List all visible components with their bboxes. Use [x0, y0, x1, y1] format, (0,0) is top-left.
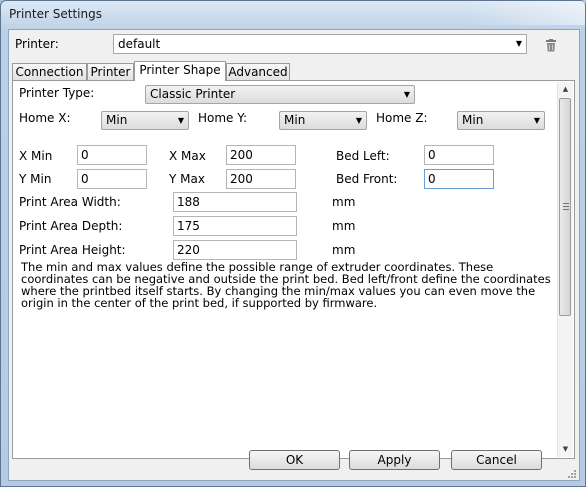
- bed-left-label: Bed Left:: [336, 149, 390, 163]
- home-z-select[interactable]: Min ▼: [457, 111, 545, 130]
- x-min-input[interactable]: 0: [77, 145, 147, 165]
- home-y-select[interactable]: Min ▼: [279, 111, 367, 130]
- home-z-label: Home Z:: [376, 111, 428, 125]
- chevron-down-icon[interactable]: ▼: [356, 112, 362, 129]
- y-min-label: Y Min: [19, 172, 52, 186]
- tab-connection[interactable]: Connection: [12, 63, 87, 80]
- bed-front-input[interactable]: 0: [424, 169, 494, 189]
- print-area-depth-label: Print Area Depth:: [19, 219, 123, 233]
- chevron-down-icon[interactable]: ▼: [516, 35, 522, 53]
- tab-printer-shape[interactable]: Printer Shape: [134, 61, 226, 81]
- home-x-value: Min: [106, 113, 128, 127]
- printer-label: Printer:: [15, 37, 59, 51]
- resize-grip-icon[interactable]: [567, 468, 577, 478]
- print-area-depth-input[interactable]: 175: [173, 216, 297, 236]
- home-x-select[interactable]: Min ▼: [101, 111, 189, 130]
- printer-select-value: default: [118, 37, 161, 51]
- x-max-label: X Max: [169, 149, 206, 163]
- printer-type-label: Printer Type:: [19, 86, 95, 100]
- printer-type-value: Classic Printer: [150, 87, 236, 101]
- width-unit-label: mm: [332, 195, 356, 209]
- x-max-input[interactable]: 200: [226, 145, 296, 165]
- scroll-up-icon[interactable]: ▲: [558, 82, 573, 97]
- titlebar-gloss: [465, 1, 585, 25]
- dialog-client-area: Printer: default ▼ Connection Printer Pr…: [8, 29, 580, 481]
- tab-advanced[interactable]: Advanced: [226, 63, 290, 80]
- chevron-down-icon[interactable]: ▼: [534, 112, 540, 129]
- dialog-window: Printer Settings Printer: default ▼ Conn…: [0, 0, 586, 487]
- printer-select[interactable]: default ▼: [113, 34, 527, 54]
- cancel-button[interactable]: Cancel: [451, 450, 542, 470]
- print-area-width-label: Print Area Width:: [19, 195, 121, 209]
- x-min-label: X Min: [19, 149, 53, 163]
- chevron-down-icon[interactable]: ▼: [404, 86, 410, 103]
- home-y-label: Home Y:: [198, 111, 248, 125]
- help-text: The min and max values define the possib…: [21, 260, 551, 310]
- trash-icon[interactable]: [545, 39, 557, 52]
- home-z-value: Min: [462, 113, 484, 127]
- window-title: Printer Settings: [9, 7, 102, 21]
- bed-front-label: Bed Front:: [336, 172, 398, 186]
- home-y-value: Min: [284, 113, 306, 127]
- print-area-height-label: Print Area Height:: [19, 243, 126, 257]
- height-unit-label: mm: [332, 243, 356, 257]
- printer-shape-panel: Printer Type: Classic Printer ▼ Home X: …: [12, 80, 575, 459]
- apply-button[interactable]: Apply: [349, 450, 440, 470]
- printer-type-select[interactable]: Classic Printer ▼: [145, 85, 415, 104]
- scrollbar-thumb[interactable]: [559, 98, 571, 316]
- tab-printer[interactable]: Printer: [87, 63, 134, 80]
- print-area-width-input[interactable]: 188: [173, 192, 297, 212]
- y-max-label: Y Max: [169, 172, 205, 186]
- print-area-height-input[interactable]: 220: [173, 240, 297, 260]
- grip-icon: [563, 203, 569, 210]
- depth-unit-label: mm: [332, 219, 356, 233]
- panel-scrollbar[interactable]: ▲ ▼: [557, 82, 573, 457]
- scroll-down-icon[interactable]: ▼: [558, 442, 573, 457]
- ok-button[interactable]: OK: [249, 450, 340, 470]
- chevron-down-icon[interactable]: ▼: [178, 112, 184, 129]
- home-x-label: Home X:: [19, 111, 71, 125]
- y-min-input[interactable]: 0: [77, 169, 147, 189]
- bed-left-input[interactable]: 0: [424, 145, 494, 165]
- y-max-input[interactable]: 200: [226, 169, 296, 189]
